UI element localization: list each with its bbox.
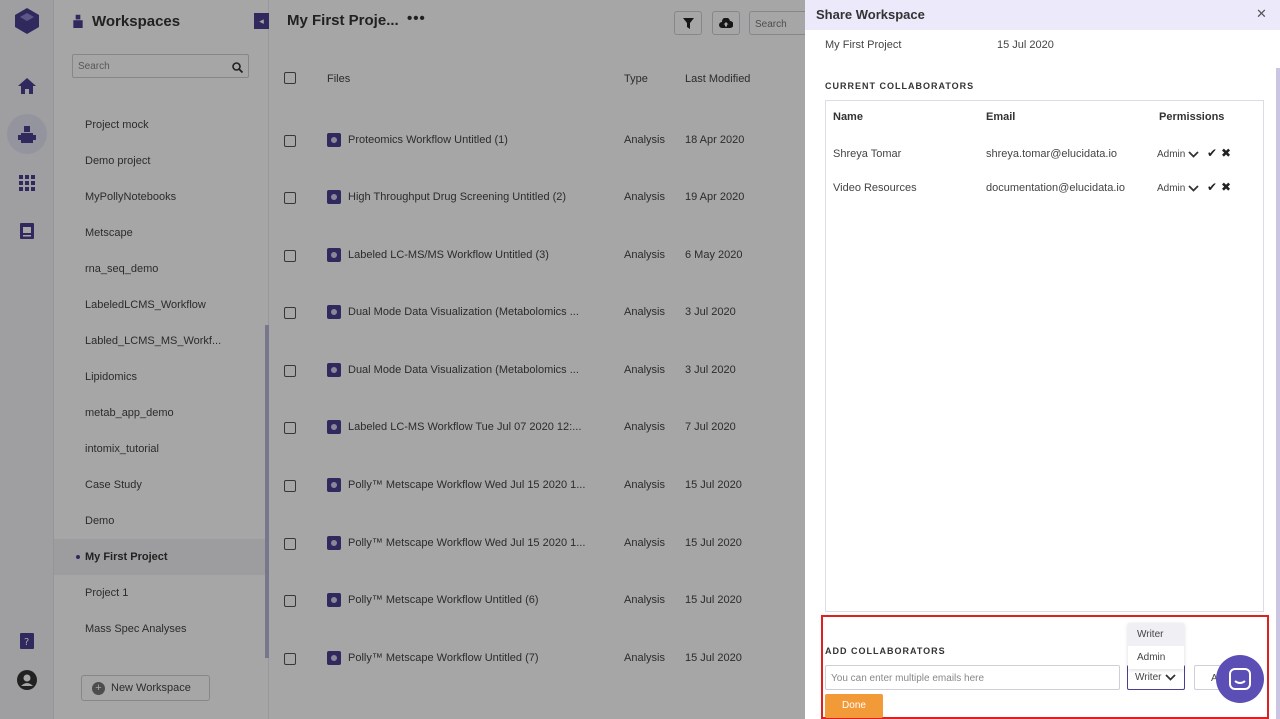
drawer-scrollbar[interactable] — [1276, 68, 1280, 719]
project-name: My First Project — [825, 39, 902, 51]
collaborator-email-input[interactable]: You can enter multiple emails here — [825, 665, 1120, 690]
column-header-email: Email — [986, 111, 1016, 123]
permission-value: Admin — [1157, 149, 1186, 160]
collaborator-email: shreya.tomar@elucidata.io — [986, 148, 1118, 160]
done-button[interactable]: Done — [825, 694, 883, 718]
remove-collaborator-icon[interactable]: ✖ — [1221, 180, 1231, 194]
add-collaborators-heading: ADD COLLABORATORS — [825, 646, 946, 656]
confirm-check-icon[interactable]: ✔ — [1207, 146, 1217, 160]
current-collaborators-heading: CURRENT COLLABORATORS — [825, 81, 975, 91]
collaborator-name: Shreya Tomar — [833, 148, 902, 160]
close-icon[interactable]: ✕ — [1256, 6, 1267, 22]
modal-backdrop[interactable] — [0, 0, 805, 719]
permission-dropdown[interactable]: Admin — [1157, 149, 1199, 160]
project-date: 15 Jul 2020 — [997, 39, 1054, 51]
chevron-down-icon — [1188, 185, 1199, 192]
chat-icon — [1229, 668, 1251, 690]
column-header-permissions: Permissions — [1159, 111, 1225, 123]
column-header-name: Name — [833, 111, 863, 123]
permission-options-menu: Writer Admin — [1128, 623, 1184, 669]
collaborator-email: documentation@elucidata.io — [986, 182, 1125, 194]
chat-support-button[interactable] — [1216, 655, 1264, 703]
share-workspace-drawer: Share Workspace ✕ My First Project 15 Ju… — [805, 0, 1280, 719]
chevron-down-icon — [1165, 674, 1177, 681]
remove-collaborator-icon[interactable]: ✖ — [1221, 146, 1231, 160]
selected-permission: Writer — [1135, 672, 1162, 683]
permission-dropdown[interactable]: Admin — [1157, 183, 1199, 194]
permission-option-admin[interactable]: Admin — [1128, 646, 1184, 669]
permission-value: Admin — [1157, 183, 1186, 194]
collaborator-name: Video Resources — [833, 182, 917, 194]
chevron-down-icon — [1188, 151, 1199, 158]
permission-option-writer[interactable]: Writer — [1128, 623, 1184, 646]
confirm-check-icon[interactable]: ✔ — [1207, 180, 1217, 194]
collaborators-table: Name Email Permissions Shreya Tomar shre… — [825, 100, 1264, 612]
drawer-title: Share Workspace — [816, 7, 925, 22]
